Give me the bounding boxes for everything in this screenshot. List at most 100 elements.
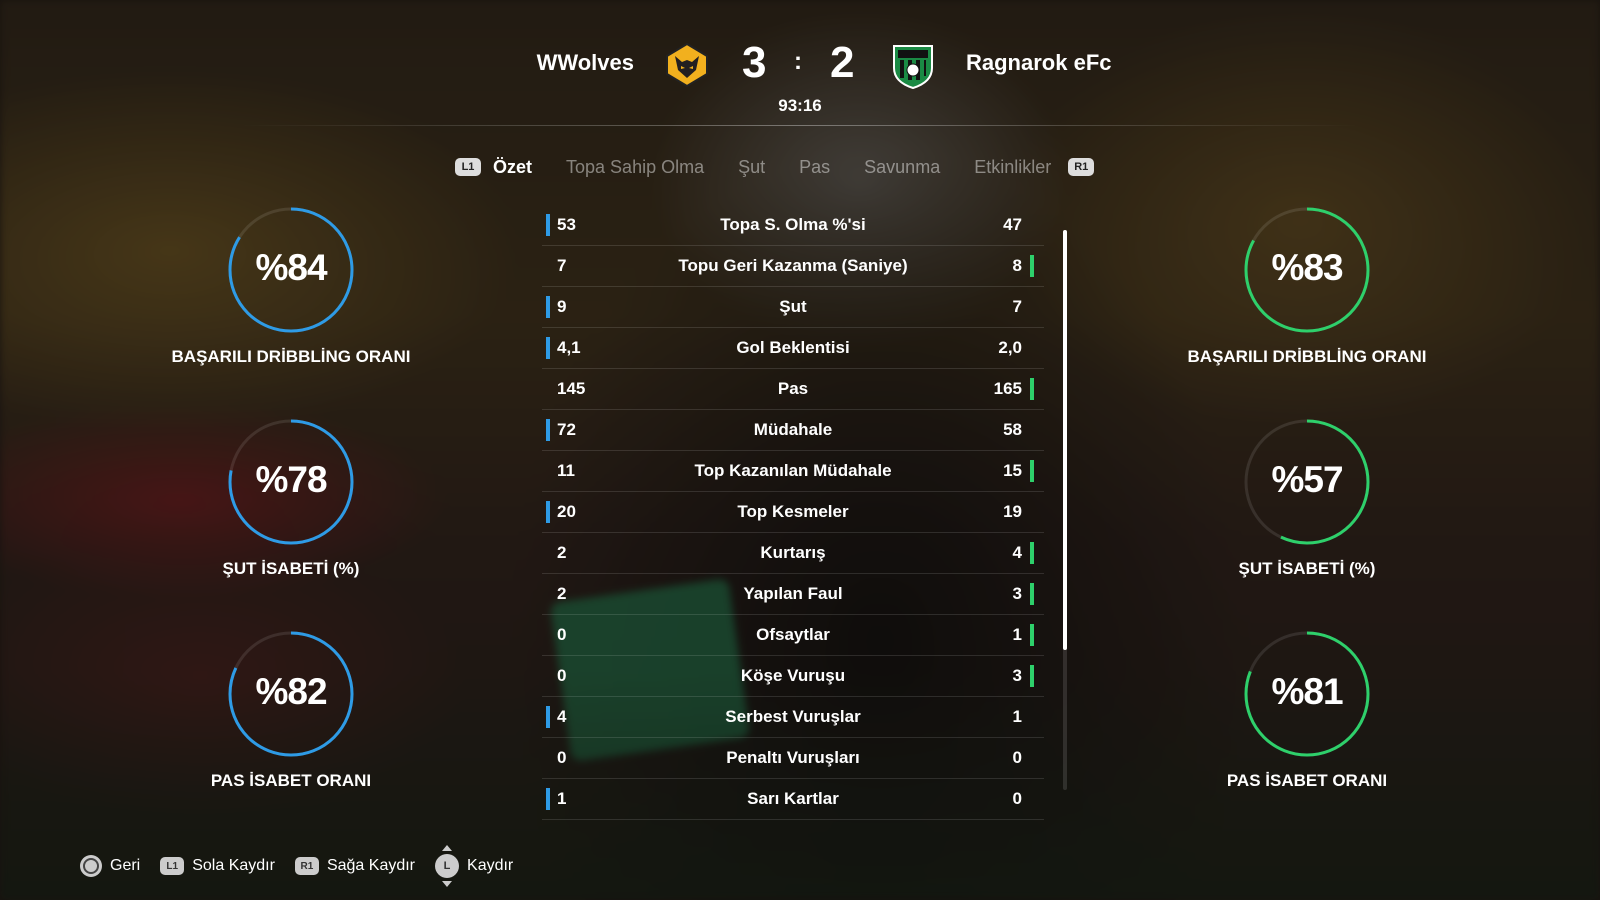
home-team-name: WWolves — [536, 50, 634, 75]
stat-away-value: 19 — [1003, 502, 1022, 521]
stat-name: Topu Geri Kazanma (Saniye) — [678, 256, 908, 275]
scroll-hint[interactable]: L Kaydır — [435, 845, 514, 887]
stat-row: 145 Pas 165 — [542, 369, 1044, 410]
tab-pas[interactable]: Pas — [799, 157, 830, 178]
away-leader-marker — [1030, 378, 1034, 400]
away-team-name: Ragnarok eFc — [966, 50, 1112, 75]
away-score: 2 — [830, 38, 855, 87]
stat-row: 72 Müdahale 58 — [542, 410, 1044, 451]
stat-row: 2 Yapılan Faul 3 — [542, 574, 1044, 615]
stats-scrollbar-thumb[interactable] — [1063, 230, 1067, 650]
stat-row: 11 Top Kazanılan Müdahale 15 — [542, 451, 1044, 492]
home-pass-accuracy-gauge: %82 PAS İSABET ORANI — [161, 629, 421, 791]
stat-name: Şut — [779, 297, 807, 316]
score-separator: : — [794, 48, 802, 75]
stat-name: Serbest Vuruşlar — [725, 707, 861, 726]
stat-row: 20 Top Kesmeler 19 — [542, 492, 1044, 533]
stat-name: Gol Beklentisi — [736, 338, 850, 357]
away-leader-marker — [1030, 542, 1034, 564]
stat-name: Sarı Kartlar — [747, 789, 839, 808]
stat-row: 9 Şut 7 — [542, 287, 1044, 328]
scroll-left-hint[interactable]: L1 Sola Kaydır — [160, 857, 275, 875]
l1-button-icon: L1 — [160, 857, 185, 875]
stat-name: Köşe Vuruşu — [740, 666, 846, 685]
wolves-crest-icon — [666, 42, 708, 88]
sassuolo-crest-icon — [893, 45, 933, 90]
back-hint[interactable]: Geri — [80, 855, 140, 877]
back-label: Geri — [110, 857, 141, 874]
stat-name: Kurtarış — [760, 543, 826, 562]
stat-name: Top Kesmeler — [737, 502, 849, 521]
stat-row: 0 Köşe Vuruşu 3 — [542, 656, 1044, 697]
stat-row: 0 Penaltı Vuruşları 0 — [542, 738, 1044, 779]
stat-name: Penaltı Vuruşları — [726, 748, 860, 767]
away-shot-accuracy-gauge: %57 ŞUT İSABETİ (%) — [1177, 417, 1437, 579]
stat-away-value: 4 — [1012, 543, 1022, 562]
l1-button-icon[interactable]: L1 — [455, 158, 481, 176]
stats-table[interactable]: 53 Topa S. Olma %'si 47 7 Topu Geri Kazanma … — [542, 205, 1044, 820]
stat-name: Ofsaytlar — [756, 625, 830, 644]
r1-button-icon[interactable]: R1 — [1068, 158, 1095, 176]
circle-button-icon — [80, 855, 102, 877]
home-score: 3 — [742, 38, 767, 87]
away-pass-accuracy-label: PAS İSABET ORANI — [1226, 771, 1388, 790]
away-leader-marker — [1030, 624, 1034, 646]
r1-button-icon: R1 — [294, 857, 319, 875]
stat-away-value: 3 — [1012, 584, 1022, 603]
stat-away-value: 0 — [1012, 789, 1022, 808]
tab-ozet[interactable]: Özet — [493, 157, 532, 178]
stat-away-value: 2,0 — [998, 338, 1022, 357]
away-leader-marker — [1030, 665, 1034, 687]
away-leader-marker — [1030, 255, 1034, 277]
away-leader-marker — [1030, 460, 1034, 482]
scroll-left-label: Sola Kaydır — [192, 857, 275, 874]
tab-savunma[interactable]: Savunma — [864, 157, 940, 178]
stat-away-value: 0 — [1012, 748, 1022, 767]
away-dribbling-value: %83 — [1271, 247, 1343, 288]
home-shot-accuracy-label: ŞUT İSABETİ (%) — [222, 559, 360, 578]
stat-name: Topa S. Olma %'si — [720, 215, 866, 234]
stat-name: Top Kazanılan Müdahale — [694, 461, 892, 480]
away-shot-accuracy-value: %57 — [1271, 459, 1343, 500]
away-pass-accuracy-value: %81 — [1271, 671, 1343, 712]
away-leader-marker — [1030, 583, 1034, 605]
stat-away-value: 7 — [1012, 297, 1022, 316]
stat-row: 4,1 Gol Beklentisi 2,0 — [542, 328, 1044, 369]
stat-away-value: 15 — [1003, 461, 1022, 480]
stat-away-value: 47 — [1003, 215, 1022, 234]
button-hints: Geri L1 Sola Kaydır R1 Sağa Kaydır L Kay… — [80, 845, 533, 887]
stat-away-value: 8 — [1012, 256, 1022, 275]
stat-row: 2 Kurtarış 4 — [542, 533, 1044, 574]
stats-tabs: L1 Özet Topa Sahip Olma Şut Pas Savunma … — [455, 152, 1095, 182]
scoreboard: WWolves 3 : 2 Ragnarok eFc — [0, 38, 1600, 98]
stat-row: 7 Topu Geri Kazanma (Saniye) 8 — [542, 246, 1044, 287]
stat-name: Yapılan Faul — [743, 584, 843, 603]
away-shot-accuracy-label: ŞUT İSABETİ (%) — [1238, 559, 1376, 578]
stat-name: Pas — [777, 379, 809, 398]
match-clock: 93:16 — [778, 96, 822, 115]
home-shot-accuracy-value: %78 — [255, 459, 327, 500]
tab-etkinlikler[interactable]: Etkinlikler — [974, 157, 1051, 178]
scroll-label: Kaydır — [467, 857, 514, 874]
scroll-right-label: Sağa Kaydır — [326, 857, 416, 874]
away-pass-accuracy-gauge: %81 PAS İSABET ORANI — [1177, 629, 1437, 791]
header-divider — [240, 125, 1360, 126]
stat-row: 4 Serbest Vuruşlar 1 — [542, 697, 1044, 738]
tab-sut[interactable]: Şut — [738, 157, 765, 178]
home-pass-accuracy-value: %82 — [255, 671, 327, 712]
away-dribbling-label: BAŞARILI DRİBBLİNG ORANI — [1187, 347, 1427, 366]
home-dribbling-label: BAŞARILI DRİBBLİNG ORANI — [171, 347, 411, 366]
scroll-right-hint[interactable]: R1 Sağa Kaydır — [294, 857, 416, 875]
home-shot-accuracy-gauge: %78 ŞUT İSABETİ (%) — [161, 417, 421, 579]
home-pass-accuracy-label: PAS İSABET ORANI — [210, 771, 372, 790]
stat-away-value: 1 — [1012, 625, 1022, 644]
stat-away-value: 165 — [993, 379, 1022, 398]
home-dribbling-value: %84 — [255, 247, 327, 288]
left-stick-icon: L — [435, 845, 460, 887]
stat-away-value: 3 — [1012, 666, 1022, 685]
stat-row: 1 Sarı Kartlar 0 — [542, 779, 1044, 820]
away-dribbling-gauge: %83 BAŞARILI DRİBBLİNG ORANI — [1177, 205, 1437, 367]
tab-topa-sahip-olma[interactable]: Topa Sahip Olma — [566, 157, 704, 178]
home-dribbling-gauge: %84 BAŞARILI DRİBBLİNG ORANI — [161, 205, 421, 367]
stat-name: Müdahale — [753, 420, 833, 439]
